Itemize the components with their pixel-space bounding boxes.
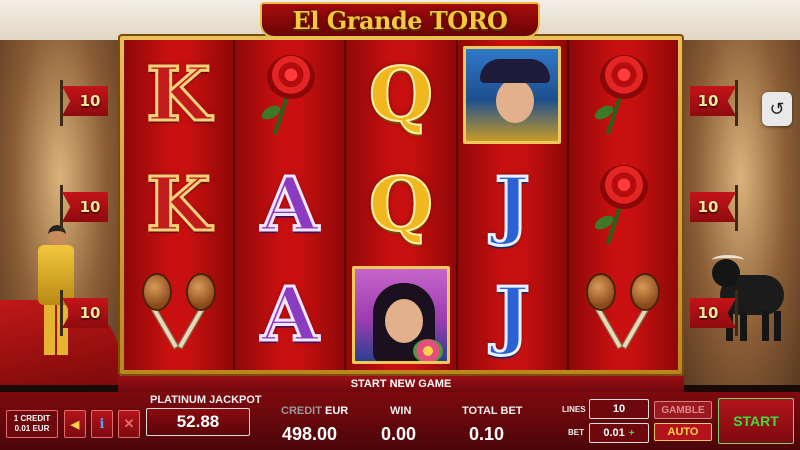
- back-arrow-icon[interactable]: ◀: [64, 410, 86, 438]
- symbol-k: K: [145, 52, 212, 138]
- maracas-icon: [584, 273, 662, 357]
- credit-value: 498.00: [282, 424, 338, 444]
- history-icon[interactable]: ↺: [762, 92, 792, 126]
- symbol-q: Q: [368, 162, 434, 248]
- reel-cell: [569, 150, 678, 260]
- game-screen: 10 10 10 10 10 10 KKAAQQJJ El Grande TOR…: [0, 0, 800, 450]
- win-value: 0.00: [381, 424, 417, 444]
- bet-value: 0.01: [603, 427, 625, 439]
- auto-button[interactable]: AUTO: [654, 423, 712, 441]
- reel-cell: K: [124, 40, 233, 150]
- matador-portrait-icon: [463, 46, 562, 144]
- credit-denom-line1: 1 CREDIT: [13, 414, 51, 423]
- reel-cell: Q: [346, 150, 455, 260]
- game-title: El Grande TORO: [260, 2, 540, 38]
- close-icon[interactable]: ✕: [118, 410, 140, 438]
- reel-cell: J: [458, 150, 567, 260]
- maracas-icon: [140, 273, 218, 357]
- total-bet-label: TOTAL BET: [462, 405, 523, 417]
- info-icon[interactable]: i: [91, 410, 113, 438]
- flag-pole: [60, 290, 63, 336]
- win-label: WIN: [390, 405, 412, 417]
- credit-denomination-button[interactable]: 1 CREDIT 0.01 EUR: [6, 410, 58, 438]
- flag-pole: [735, 290, 738, 336]
- reel-cell: [458, 40, 567, 150]
- jackpot-value: 52.88: [146, 408, 250, 436]
- symbol-j: J: [493, 162, 531, 248]
- reels-grid: KKAAQQJJ: [124, 40, 678, 370]
- lines-selector[interactable]: 10: [589, 399, 649, 419]
- rose-icon: [255, 55, 325, 135]
- reel-cell: [569, 260, 678, 370]
- symbol-q: Q: [368, 52, 434, 138]
- credit-label: CREDIT EUR: [281, 405, 349, 417]
- reel-cell: A: [235, 260, 344, 370]
- status-message: START NEW GAME: [118, 376, 684, 392]
- lines-label: LINES: [562, 405, 586, 414]
- bet-label: BET: [568, 428, 584, 437]
- jackpot-label: PLATINUM JACKPOT: [150, 394, 262, 406]
- reel-cell: J: [458, 260, 567, 370]
- total-bet-value: 0.10: [469, 424, 505, 444]
- bet-selector[interactable]: 0.01 +: [589, 423, 649, 443]
- reel-cell: [235, 40, 344, 150]
- reel-cell: K: [124, 150, 233, 260]
- rose-icon: [588, 165, 658, 245]
- reel-2: AA: [235, 40, 345, 370]
- reel-1: KK: [124, 40, 234, 370]
- flag-pole: [60, 185, 63, 231]
- matador-figure: [30, 225, 80, 355]
- symbol-k: K: [145, 162, 212, 248]
- reel-cell: [346, 260, 455, 370]
- senorita-portrait-icon: [351, 266, 450, 364]
- reel-4: JJ: [457, 40, 567, 370]
- plus-icon: +: [628, 427, 635, 439]
- reel-cell: [569, 40, 678, 150]
- reels-frame: KKAAQQJJ: [118, 34, 684, 376]
- reel-5: [568, 40, 678, 370]
- rose-icon: [588, 55, 658, 135]
- symbol-a: A: [260, 272, 320, 358]
- reel-cell: Q: [346, 40, 455, 150]
- flag-pole: [735, 185, 738, 231]
- reel-cell: [124, 260, 233, 370]
- start-button[interactable]: START: [718, 398, 794, 444]
- symbol-j: J: [493, 272, 531, 358]
- reel-cell: A: [235, 150, 344, 260]
- credit-denom-line2: 0.01 EUR: [14, 424, 50, 433]
- symbol-a: A: [260, 162, 320, 248]
- gamble-button[interactable]: GAMBLE: [654, 401, 712, 419]
- reel-3: QQ: [346, 40, 456, 370]
